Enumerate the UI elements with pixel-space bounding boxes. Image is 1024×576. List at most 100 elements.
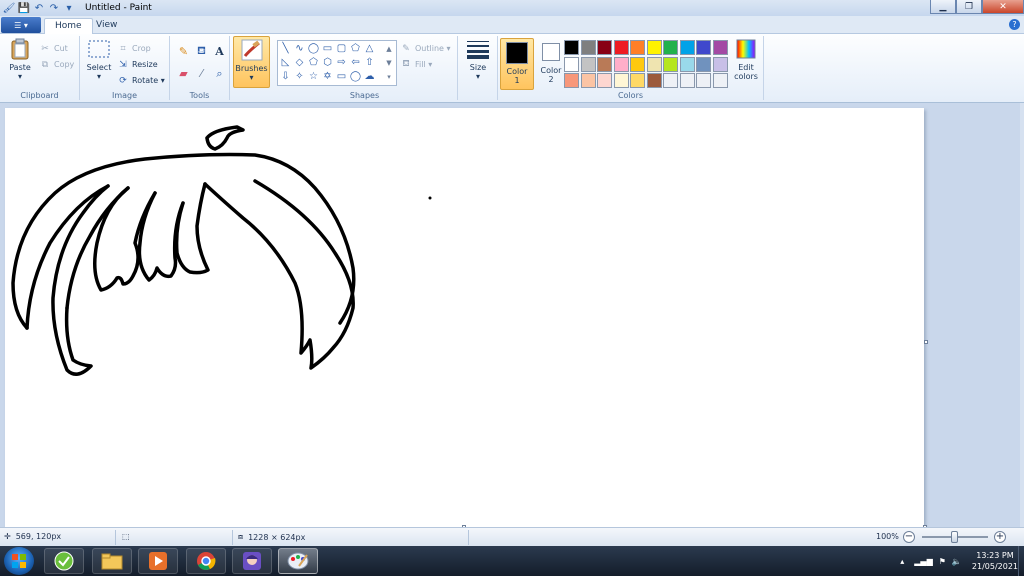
magnifier-icon[interactable]: ⌕	[212, 66, 227, 81]
maximize-button[interactable]: ❐	[956, 0, 982, 14]
vertical-scrollbar[interactable]	[1020, 103, 1024, 527]
eraser-icon[interactable]: ▰	[176, 66, 191, 81]
cloud-callout-shape-icon[interactable]: ☁	[363, 70, 376, 83]
taskbar-utility-app[interactable]	[44, 548, 84, 574]
triangle-shape-icon[interactable]: △	[363, 42, 376, 55]
curve-shape-icon[interactable]: ∿	[293, 42, 306, 55]
show-hidden-icons-icon[interactable]: ▴	[900, 557, 904, 566]
palette-swatch[interactable]	[663, 56, 678, 72]
palette-swatch[interactable]	[597, 40, 612, 55]
palette-swatch[interactable]	[580, 73, 596, 88]
resize-button[interactable]: ⇲ Resize	[118, 58, 157, 71]
tab-view[interactable]: View	[86, 18, 127, 34]
palette-swatch[interactable]	[696, 73, 711, 88]
taskbar-game-app[interactable]	[232, 548, 272, 574]
palette-swatch[interactable]	[663, 73, 678, 88]
crop-button[interactable]: ⌗ Crop	[118, 42, 150, 55]
help-icon[interactable]: ?	[1009, 19, 1020, 30]
zoom-in-button[interactable]: +	[994, 531, 1006, 543]
palette-swatch[interactable]	[712, 73, 728, 88]
palette-swatch[interactable]	[580, 56, 596, 72]
palette-swatch[interactable]	[630, 56, 645, 72]
taskbar-media-player[interactable]	[138, 548, 178, 574]
oval-callout-shape-icon[interactable]: ◯	[349, 70, 362, 83]
text-tool-icon[interactable]: A	[212, 44, 227, 59]
palette-swatch[interactable]	[712, 56, 728, 72]
system-clock[interactable]: 13:23 PM 21/05/2021	[972, 550, 1018, 572]
start-button[interactable]	[4, 547, 34, 575]
undo-icon[interactable]: ↶	[33, 2, 45, 14]
copy-button[interactable]: ⧉ Copy	[40, 58, 75, 71]
show-desktop-button[interactable]	[1018, 546, 1024, 576]
pentagon-shape-icon[interactable]: ⬠	[307, 56, 320, 69]
six-point-star-shape-icon[interactable]: ✡	[321, 70, 334, 83]
callout-shape-icon[interactable]: ▭	[335, 70, 348, 83]
redo-icon[interactable]: ↷	[48, 2, 60, 14]
color1-button[interactable]: Color 1	[500, 38, 534, 90]
palette-swatch[interactable]	[564, 73, 579, 88]
palette-swatch[interactable]	[597, 73, 612, 88]
color2-button[interactable]: Color 2	[534, 38, 568, 90]
palette-swatch[interactable]	[679, 40, 695, 55]
palette-swatch[interactable]	[663, 40, 678, 55]
network-signal-icon[interactable]: ▂▄▆	[914, 557, 932, 566]
palette-swatch[interactable]	[630, 73, 645, 88]
right-arrow-shape-icon[interactable]: ⇨	[335, 56, 348, 69]
minimize-button[interactable]: ▁	[930, 0, 956, 14]
size-button[interactable]: Size ▾	[463, 38, 493, 81]
flag-icon[interactable]: ⚑	[939, 557, 946, 566]
right-triangle-shape-icon[interactable]: ◺	[279, 56, 292, 69]
zoom-slider-thumb[interactable]	[951, 531, 958, 543]
taskbar-paint[interactable]	[278, 548, 318, 574]
select-button[interactable]: Select ▾	[85, 38, 113, 81]
oval-shape-icon[interactable]: ◯	[307, 42, 320, 55]
save-icon[interactable]: 💾	[18, 2, 30, 14]
rotate-button[interactable]: ⟳ Rotate ▾	[118, 74, 165, 87]
rectangle-shape-icon[interactable]: ▭	[321, 42, 334, 55]
up-arrow-shape-icon[interactable]: ⇧	[363, 56, 376, 69]
shapes-expand-icon[interactable]: ▾	[382, 70, 396, 83]
rounded-rectangle-shape-icon[interactable]: ▢	[335, 42, 348, 55]
taskbar-file-explorer[interactable]	[92, 548, 132, 574]
palette-swatch[interactable]	[712, 40, 728, 55]
palette-swatch[interactable]	[613, 56, 629, 72]
palette-swatch[interactable]	[646, 73, 662, 88]
paint-app-icon[interactable]: 🖌	[3, 2, 16, 14]
color-picker-icon[interactable]: ⁄	[194, 66, 209, 81]
edit-colors-button[interactable]: Edit colors	[730, 38, 762, 81]
polygon-shape-icon[interactable]: ⬠	[349, 42, 362, 55]
outline-button[interactable]: ✎ Outline ▾	[401, 42, 450, 55]
fill-bucket-icon[interactable]: ⛾	[194, 44, 209, 59]
diamond-shape-icon[interactable]: ◇	[293, 56, 306, 69]
palette-swatch[interactable]	[646, 40, 662, 55]
palette-swatch[interactable]	[679, 73, 695, 88]
fill-button[interactable]: ⛾ Fill ▾	[401, 58, 432, 71]
close-button[interactable]: ✕	[982, 0, 1024, 14]
pencil-icon[interactable]: ✎	[176, 44, 191, 59]
line-shape-icon[interactable]: ╲	[279, 42, 292, 55]
palette-swatch[interactable]	[613, 73, 629, 88]
cut-button[interactable]: ✂ Cut	[40, 42, 68, 55]
volume-icon[interactable]: 🔈	[952, 557, 962, 566]
resize-handle-right[interactable]	[924, 340, 928, 344]
shapes-scroll-down-icon[interactable]: ▼	[382, 56, 396, 69]
five-point-star-shape-icon[interactable]: ☆	[307, 70, 320, 83]
paste-button[interactable]: Paste ▾	[6, 38, 34, 81]
brushes-button[interactable]: Brushes ▾	[233, 36, 270, 88]
shapes-scroll-up-icon[interactable]: ▲	[382, 42, 396, 55]
palette-swatch[interactable]	[679, 56, 695, 72]
drawing-canvas[interactable]	[5, 108, 924, 527]
zoom-out-button[interactable]: −	[903, 531, 915, 543]
palette-swatch[interactable]	[597, 56, 612, 72]
palette-swatch[interactable]	[630, 40, 645, 55]
hexagon-shape-icon[interactable]: ⬡	[321, 56, 334, 69]
quick-access-dropdown-icon[interactable]: ▾	[63, 2, 75, 14]
paint-menu-button[interactable]: ☰ ▾	[1, 17, 41, 33]
palette-swatch[interactable]	[564, 56, 579, 72]
left-arrow-shape-icon[interactable]: ⇦	[349, 56, 362, 69]
down-arrow-shape-icon[interactable]: ⇩	[279, 70, 292, 83]
palette-swatch[interactable]	[580, 40, 596, 55]
four-point-star-shape-icon[interactable]: ✧	[293, 70, 306, 83]
palette-swatch[interactable]	[696, 56, 711, 72]
palette-swatch[interactable]	[613, 40, 629, 55]
